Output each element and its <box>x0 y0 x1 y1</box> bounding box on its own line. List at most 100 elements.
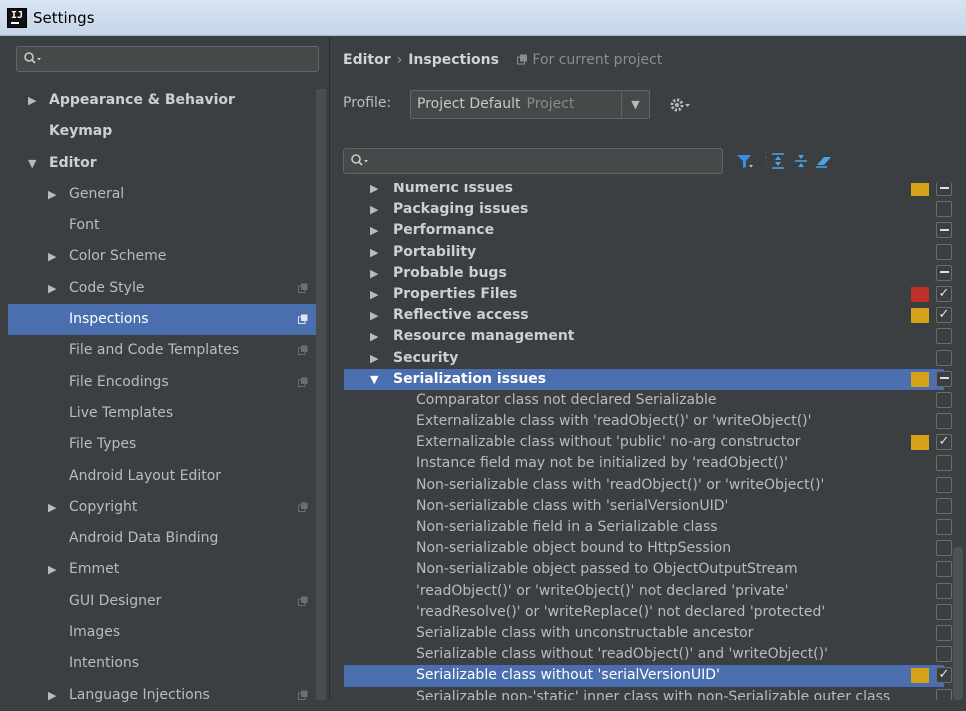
settings-search-input[interactable] <box>16 46 319 72</box>
inspection-enabled-checkbox[interactable]: ✓ <box>936 307 952 324</box>
inspection-item[interactable]: Non-serializable object passed to Object… <box>344 559 952 580</box>
inspection-enabled-checkbox[interactable] <box>936 370 952 387</box>
sidebar-item-copyright[interactable]: ▶ Copyright <box>8 492 318 523</box>
sidebar-item-editor[interactable]: ▼ Editor <box>8 148 318 179</box>
sidebar-item-keymap[interactable]: Keymap <box>8 116 318 147</box>
inspection-enabled-checkbox[interactable] <box>936 413 952 430</box>
inspections-scrollbar-thumb[interactable] <box>953 547 963 700</box>
sidebar-item-font[interactable]: Font <box>8 210 318 241</box>
inspection-group-portability[interactable]: ▶ Portability <box>344 242 952 263</box>
collapsed-arrow-icon[interactable]: ▶ <box>28 85 36 116</box>
inspection-item[interactable]: Externalizable class without 'public' no… <box>344 432 952 453</box>
inspection-enabled-checkbox[interactable] <box>936 497 952 514</box>
gear-icon[interactable] <box>668 95 692 115</box>
inspection-item[interactable]: 'readObject()' or 'writeObject()' not de… <box>344 581 952 602</box>
inspection-enabled-checkbox[interactable] <box>936 476 952 493</box>
collapsed-arrow-icon[interactable]: ▶ <box>370 326 378 347</box>
sidebar-item-general[interactable]: ▶ General <box>8 179 318 210</box>
collapse-all-icon[interactable] <box>792 152 810 170</box>
inspection-group-properties-files[interactable]: ▶ Properties Files ✓ <box>344 284 952 305</box>
inspection-item[interactable]: Serializable non-'static' inner class wi… <box>344 687 952 700</box>
inspection-enabled-checkbox[interactable] <box>936 328 952 345</box>
inspection-enabled-checkbox[interactable]: ✓ <box>936 434 952 451</box>
inspection-item[interactable]: Non-serializable field in a Serializable… <box>344 517 952 538</box>
sidebar-item-file-encodings[interactable]: File Encodings <box>8 367 318 398</box>
collapsed-arrow-icon[interactable]: ▶ <box>48 492 56 523</box>
sidebar-item-file-types[interactable]: File Types <box>8 429 318 460</box>
sidebar-item-emmet[interactable]: ▶ Emmet <box>8 554 318 585</box>
expand-all-icon[interactable] <box>769 152 787 170</box>
sidebar-item-color-scheme[interactable]: ▶ Color Scheme <box>8 241 318 272</box>
inspection-enabled-checkbox[interactable]: ✓ <box>936 667 952 684</box>
collapsed-arrow-icon[interactable]: ▶ <box>370 348 378 369</box>
inspection-item[interactable]: 'readResolve()' or 'writeReplace()' not … <box>344 602 952 623</box>
collapsed-arrow-icon[interactable]: ▶ <box>48 273 56 304</box>
inspection-group-serialization-issues[interactable]: ▼ Serialization issues <box>344 368 952 390</box>
collapsed-arrow-icon[interactable]: ▶ <box>48 179 56 210</box>
inspection-group-resource-management[interactable]: ▶ Resource management <box>344 326 952 347</box>
filter-icon[interactable] <box>736 152 754 170</box>
inspection-enabled-checkbox[interactable] <box>936 561 952 578</box>
expanded-arrow-icon[interactable]: ▼ <box>370 369 378 390</box>
inspection-group-reflective-access[interactable]: ▶ Reflective access ✓ <box>344 305 952 326</box>
collapsed-arrow-icon[interactable]: ▶ <box>48 554 56 585</box>
inspection-enabled-checkbox[interactable] <box>936 455 952 472</box>
collapsed-arrow-icon[interactable]: ▶ <box>370 305 378 326</box>
sidebar-item-android-layout-editor[interactable]: Android Layout Editor <box>8 461 318 492</box>
inspection-item[interactable]: Serializable class without 'readObject()… <box>344 644 952 665</box>
collapsed-arrow-icon[interactable]: ▶ <box>370 284 378 305</box>
collapsed-arrow-icon[interactable]: ▶ <box>370 183 378 199</box>
inspection-item[interactable]: Serializable class with unconstructable … <box>344 623 952 644</box>
inspection-enabled-checkbox[interactable] <box>936 603 952 620</box>
inspection-group-packaging-issues[interactable]: ▶ Packaging issues <box>344 199 952 220</box>
inspection-item[interactable]: Comparator class not declared Serializab… <box>344 390 952 411</box>
inspection-enabled-checkbox[interactable] <box>936 582 952 599</box>
inspection-item[interactable]: Instance field may not be initialized by… <box>344 453 952 474</box>
inspection-enabled-checkbox[interactable] <box>936 349 952 366</box>
collapsed-arrow-icon[interactable]: ▶ <box>48 680 56 711</box>
inspection-group-security[interactable]: ▶ Security <box>344 348 952 369</box>
inspection-group-numeric-issues[interactable]: ▶ Numeric issues <box>344 183 952 199</box>
inspection-enabled-checkbox[interactable] <box>936 688 952 700</box>
sidebar-item-live-templates[interactable]: Live Templates <box>8 398 318 429</box>
inspection-enabled-checkbox[interactable] <box>936 540 952 557</box>
profile-dropdown[interactable]: Project Default Project ▼ <box>410 90 650 119</box>
inspection-enabled-checkbox[interactable] <box>936 624 952 641</box>
collapsed-arrow-icon[interactable]: ▶ <box>370 220 378 241</box>
sidebar-item-file-and-code-templates[interactable]: File and Code Templates <box>8 335 318 366</box>
sidebar-item-intentions[interactable]: Intentions <box>8 648 318 679</box>
inspection-item[interactable]: Serializable class without 'serialVersio… <box>344 665 952 687</box>
breadcrumb-editor[interactable]: Editor <box>343 52 391 68</box>
inspection-enabled-checkbox[interactable] <box>936 243 952 260</box>
eraser-icon[interactable] <box>815 152 833 170</box>
sidebar-item-language-injections[interactable]: ▶ Language Injections <box>8 680 318 711</box>
inspection-group-probable-bugs[interactable]: ▶ Probable bugs <box>344 263 952 284</box>
inspection-enabled-checkbox[interactable] <box>936 264 952 281</box>
sidebar-item-gui-designer[interactable]: GUI Designer <box>8 586 318 617</box>
collapsed-arrow-icon[interactable]: ▶ <box>370 263 378 284</box>
inspection-enabled-checkbox[interactable] <box>936 183 952 196</box>
inspections-search-input[interactable] <box>343 148 723 174</box>
collapsed-arrow-icon[interactable]: ▶ <box>48 241 56 272</box>
settings-tree: ▶ Appearance & Behavior Keymap ▼ Editor ▶ Gene… <box>8 85 318 711</box>
sidebar-item-inspections[interactable]: Inspections <box>8 304 318 336</box>
collapsed-arrow-icon[interactable]: ▶ <box>370 242 378 263</box>
inspection-group-performance[interactable]: ▶ Performance <box>344 220 952 241</box>
sidebar-item-android-data-binding[interactable]: Android Data Binding <box>8 523 318 554</box>
inspection-item[interactable]: Externalizable class with 'readObject()'… <box>344 411 952 432</box>
inspection-enabled-checkbox[interactable] <box>936 222 952 239</box>
expanded-arrow-icon[interactable]: ▼ <box>28 148 36 179</box>
sidebar-item-images[interactable]: Images <box>8 617 318 648</box>
sidebar-scrollbar[interactable] <box>316 89 326 700</box>
collapsed-arrow-icon[interactable]: ▶ <box>370 199 378 220</box>
inspection-enabled-checkbox[interactable] <box>936 646 952 663</box>
inspection-item[interactable]: Non-serializable class with 'readObject(… <box>344 475 952 496</box>
inspection-item[interactable]: Non-serializable object bound to HttpSes… <box>344 538 952 559</box>
sidebar-item-code-style[interactable]: ▶ Code Style <box>8 273 318 304</box>
inspection-enabled-checkbox[interactable] <box>936 201 952 218</box>
inspection-enabled-checkbox[interactable] <box>936 391 952 408</box>
inspection-enabled-checkbox[interactable]: ✓ <box>936 285 952 302</box>
inspection-item[interactable]: Non-serializable class with 'serialVersi… <box>344 496 952 517</box>
sidebar-item-appearance-behavior[interactable]: ▶ Appearance & Behavior <box>8 85 318 116</box>
inspection-enabled-checkbox[interactable] <box>936 519 952 535</box>
